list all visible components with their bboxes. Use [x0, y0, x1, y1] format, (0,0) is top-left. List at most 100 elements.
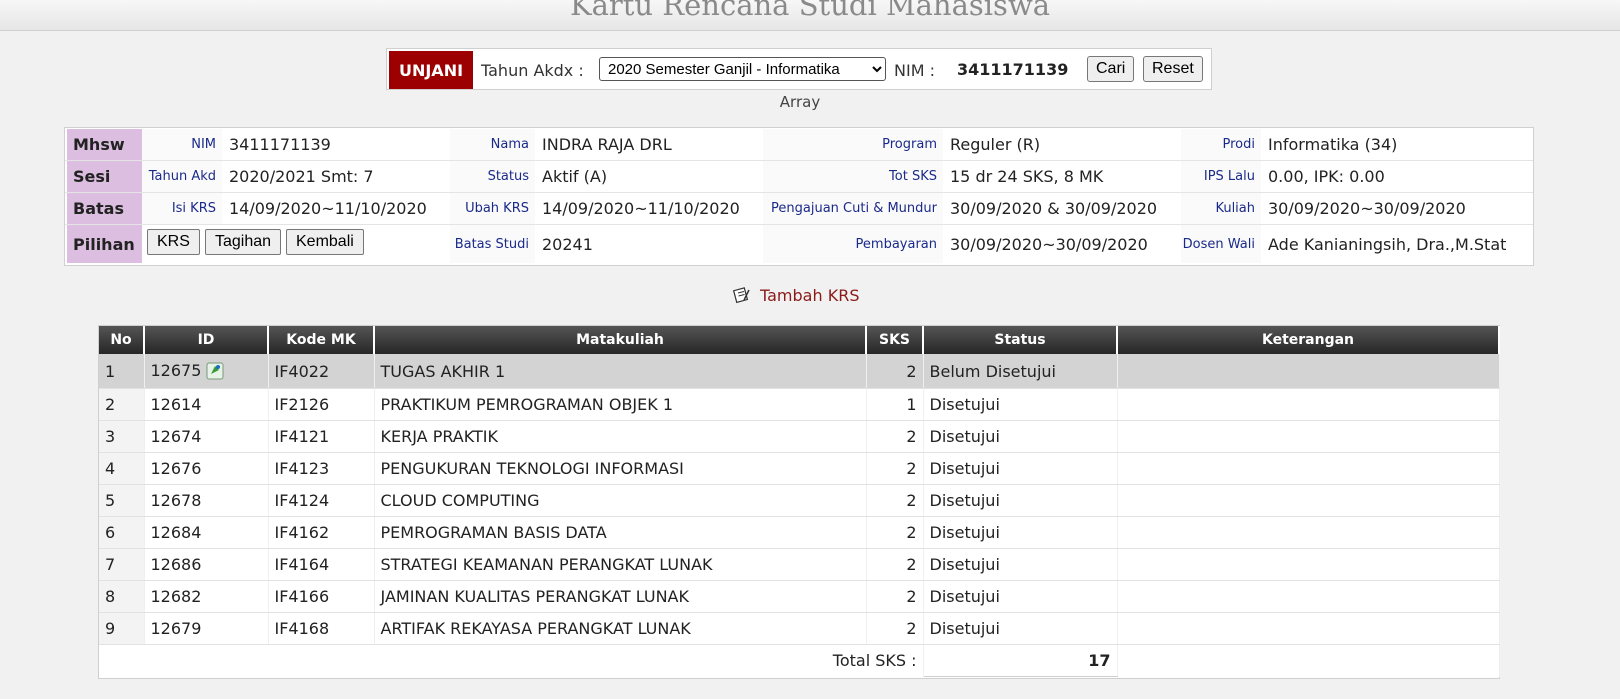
- info-value: 15 dr 24 SKS, 8 MK: [950, 167, 1104, 186]
- tambah-krs-label: Tambah KRS: [760, 285, 860, 305]
- cell-status: Disetujui: [923, 516, 1118, 549]
- nim-value: 3411171139: [957, 60, 1069, 79]
- cell-status: Disetujui: [923, 612, 1118, 645]
- info-head: Mhsw: [67, 129, 142, 160]
- cell-no: 9: [99, 612, 145, 645]
- reset-button[interactable]: Reset: [1143, 56, 1203, 82]
- cell-ket: [1117, 388, 1500, 421]
- cell-text: 1: [105, 361, 116, 381]
- cell-mk: CLOUD COMPUTING: [374, 484, 867, 517]
- cell-text: 9: [105, 619, 116, 638]
- cell-no: 7: [99, 548, 145, 581]
- info-value: 2020/2021 Smt: 7: [229, 167, 374, 186]
- cell-mk: STRATEGI KEAMANAN PERANGKAT LUNAK: [374, 548, 867, 581]
- krs-table: No ID Kode MK Matakuliah SKS Status Kete…: [98, 325, 1500, 679]
- column-header-id: ID: [144, 326, 269, 354]
- cell-text: PEMROGRAMAN BASIS DATA: [380, 523, 607, 542]
- cell-text: 12679: [150, 619, 202, 638]
- info-value: Reguler (R): [950, 135, 1041, 154]
- cell-mk: ARTIFAK REKAYASA PERANGKAT LUNAK: [374, 612, 867, 645]
- info-label: Batas Studi: [450, 225, 535, 263]
- cell-ket: [1117, 354, 1500, 389]
- student-info-panel: Mhsw NIM 3411171139 Nama INDRA RAJA DRL …: [64, 127, 1534, 266]
- cell-text: Disetujui: [929, 395, 1000, 414]
- cell-text: 2: [906, 427, 917, 446]
- info-value: 14/09/2020~11/10/2020: [542, 199, 740, 218]
- edit-icon[interactable]: [205, 361, 225, 381]
- total-sks-label: Total SKS :: [99, 644, 924, 677]
- cell-status: Disetujui: [923, 548, 1118, 581]
- cell-sks: 2: [866, 484, 924, 517]
- column-header-status: Status: [923, 326, 1118, 354]
- tambah-krs-link[interactable]: Tambah KRS: [732, 285, 859, 305]
- cell-text: 4: [105, 459, 116, 478]
- table-header-row: No ID Kode MK Matakuliah SKS Status Kete…: [99, 326, 1500, 354]
- cell-text: Disetujui: [929, 523, 1000, 542]
- info-label: Nama: [450, 129, 535, 160]
- cell-id: 12678: [144, 484, 269, 517]
- cell-text: 2: [906, 491, 917, 510]
- cell-text: 7: [105, 555, 116, 574]
- cell-text: 12684: [150, 523, 202, 542]
- cell-text: Disetujui: [929, 555, 1000, 574]
- cell-no: 1: [99, 354, 145, 389]
- cell-mk: PENGUKURAN TEKNOLOGI INFORMASI: [374, 452, 867, 485]
- info-label: Pembayaran: [763, 225, 943, 263]
- cell-text: 12614: [150, 395, 202, 414]
- cell-text: 12674: [150, 427, 202, 446]
- info-label: Tot SKS: [763, 161, 943, 192]
- info-value: Informatika (34): [1268, 135, 1398, 154]
- page-header: Kartu Rencana Studi Mahasiswa: [0, 0, 1620, 31]
- cell-text: PRAKTIKUM PEMROGRAMAN OBJEK 1: [380, 395, 674, 414]
- cell-ket: [1117, 484, 1500, 517]
- krs-button[interactable]: KRS: [147, 229, 200, 255]
- table-row: 7 12686 IF4164 STRATEGI KEAMANAN PERANGKAT …: [99, 548, 1500, 581]
- cell-mk: KERJA PRAKTIK: [374, 420, 867, 453]
- cell-text: STRATEGI KEAMANAN PERANGKAT LUNAK: [380, 555, 713, 574]
- cell-status: Disetujui: [923, 452, 1118, 485]
- year-select[interactable]: 2020 Semester Ganjil - Informatika: [599, 57, 886, 81]
- cell-id: 12674: [144, 420, 269, 453]
- info-label: Pengajuan Cuti & Mundur: [763, 193, 943, 224]
- info-value: 14/09/2020~11/10/2020: [229, 199, 427, 218]
- info-label: Prodi: [1181, 129, 1261, 160]
- info-value: Ade Kanianingsih, Dra.,M.Stat: [1268, 234, 1507, 254]
- kembali-button[interactable]: Kembali: [286, 229, 364, 255]
- cell-kode: IF2126: [268, 388, 375, 421]
- cell-mk: TUGAS AKHIR 1: [374, 354, 867, 389]
- cell-text: 12686: [150, 555, 202, 574]
- table-row: 1 12675 IF4022 TUGAS AKHIR 1 2 Belum Disetuju…: [99, 354, 1500, 389]
- info-label: Kuliah: [1181, 193, 1261, 224]
- cell-text: IF4121: [274, 427, 330, 446]
- info-label: Ubah KRS: [450, 193, 535, 224]
- cell-text: IF2126: [274, 395, 330, 414]
- cell-ket: [1117, 580, 1500, 613]
- info-row-mhsw: Mhsw NIM 3411171139 Nama INDRA RAJA DRL …: [67, 129, 1531, 160]
- search-button[interactable]: Cari: [1087, 56, 1135, 82]
- edit-note-icon: [732, 287, 750, 304]
- cell-text: IF4123: [274, 459, 330, 478]
- cell-id: 12684: [144, 516, 269, 549]
- tagihan-button[interactable]: Tagihan: [205, 229, 282, 255]
- cell-text: 12676: [150, 459, 202, 478]
- cell-text: Belum Disetujui: [929, 361, 1056, 381]
- cell-text: 8: [105, 587, 116, 606]
- cell-id: 12679: [144, 612, 269, 645]
- table-row: 6 12684 IF4162 PEMROGRAMAN BASIS DATA 2 Diset…: [99, 516, 1500, 549]
- cell-status: Disetujui: [923, 420, 1118, 453]
- cell-mk: JAMINAN KUALITAS PERANGKAT LUNAK: [374, 580, 867, 613]
- cell-text: 12675: [150, 361, 202, 380]
- cell-kode: IF4166: [268, 580, 375, 613]
- cell-sks: 2: [866, 516, 924, 549]
- info-label: Dosen Wali: [1181, 225, 1261, 263]
- cell-no: 5: [99, 484, 145, 517]
- cell-text: Disetujui: [929, 427, 1000, 446]
- cell-kode: IF4124: [268, 484, 375, 517]
- cell-id: 12614: [144, 388, 269, 421]
- cell-text: 12678: [150, 491, 202, 510]
- cell-sks: 2: [866, 420, 924, 453]
- cell-text: Disetujui: [929, 459, 1000, 478]
- info-value: Aktif (A): [542, 167, 608, 186]
- cell-text: 5: [105, 491, 116, 510]
- info-label: Status: [450, 161, 535, 192]
